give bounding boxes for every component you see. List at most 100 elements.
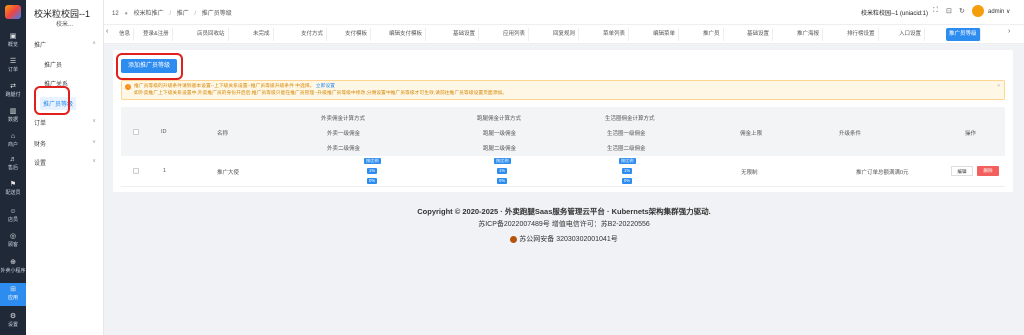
chevron-up-icon: ∧ (92, 40, 96, 46)
rail-item-orders[interactable]: ☰ 订单 (0, 55, 26, 78)
chevron-down-icon: ∨ (92, 158, 96, 164)
tab-promoter[interactable]: 推广员 (700, 28, 724, 41)
highlight-circle (34, 86, 70, 115)
col-paotui-mode: 跑腿佣金计算方式 (477, 116, 522, 122)
sidebar-group-finance[interactable]: 财务 ∨ (34, 139, 96, 148)
chevron-down-icon: ∨ (92, 139, 96, 145)
select-all-checkbox[interactable] (133, 129, 139, 135)
rail-item-customer[interactable]: ◎ 顾客 (0, 230, 26, 253)
separator: / (194, 11, 197, 17)
fullscreen-icon[interactable]: ⛶ (933, 7, 938, 15)
rail-label: 售后 (7, 165, 18, 171)
rail-item-data[interactable]: ▥ 数据 (0, 105, 26, 128)
tab-edit-pay-template[interactable]: 编辑支付模板 (386, 28, 427, 41)
lock-icon[interactable]: ⊡ (946, 7, 952, 15)
rail-item-settings[interactable]: ⚙ 设置 (0, 310, 26, 333)
tab-pay-method[interactable]: 支付方式 (298, 28, 328, 41)
close-icon[interactable]: × (997, 83, 1000, 90)
secondary-sidebar: 校米粒校园--1 校米... 推广 ∧ 推广员 推广关系 推广员等级 订单 ∨ 财务… (26, 0, 104, 335)
rail-item-staff[interactable]: ☺ 店员 (0, 205, 26, 228)
content-card: 添加推广员等级 ! 推广员等级的升级条件请到基本设置--上下级关系设置--推广员… (113, 50, 1013, 192)
sidebar-group-settings[interactable]: 设置 ∨ (34, 158, 96, 167)
tab-staff-recycle[interactable]: 店员回收站 (194, 28, 229, 41)
col-name: 名称 (217, 131, 229, 137)
waimai-l1-tag: 1% (367, 168, 378, 174)
user-menu[interactable]: admin ∨ (988, 8, 1010, 15)
breadcrumb-item[interactable]: 校米粒推广 (134, 11, 164, 17)
waimai-l2-tag: 0% (367, 178, 378, 184)
tab-edit-menu[interactable]: 编辑菜单 (650, 28, 680, 41)
rail-label: 应用 (7, 295, 18, 301)
rail-label: 外卖小程序 (0, 268, 26, 274)
col-action: 操作 (965, 131, 977, 137)
rail-label: 跑腿付 (5, 92, 21, 98)
paotui-l1-tag: 1% (497, 168, 508, 174)
headset-icon: ♬ (9, 156, 17, 163)
tab-menu-list[interactable]: 菜单列表 (600, 28, 630, 41)
col-waimai-l2: 外卖二级佣金 (327, 146, 361, 152)
sidebar-item-promoter[interactable]: 推广员 (44, 60, 62, 69)
group-label: 设置 (34, 161, 47, 167)
tab-app-list[interactable]: 应用列表 (500, 28, 530, 41)
tab-promo-poster[interactable]: 推广海报 (794, 28, 824, 41)
col-condition: 升级条件 (839, 131, 862, 137)
tab-entry-settings[interactable]: 入口设置 (896, 28, 926, 41)
rail-label: 数据 (7, 117, 18, 123)
data-icon: ▥ (9, 108, 17, 115)
account-label[interactable]: 校米粒校园--1 (uniacid:1) (861, 8, 928, 17)
chevron-left-icon[interactable]: ‹ (106, 28, 108, 35)
tab-leaderboard[interactable]: 排行榜设置 (844, 28, 879, 41)
rail-item-courier[interactable]: ⚑ 配送员 (0, 178, 26, 201)
cell-id: 1 (163, 168, 167, 174)
highlight-circle (116, 53, 183, 80)
apps-grid-icon: ⊞ (10, 286, 16, 293)
breadcrumb-item[interactable]: 推广 (177, 11, 189, 17)
username: admin (988, 9, 1005, 15)
tab-info[interactable]: 信息 (116, 28, 135, 41)
orders-icon: ☰ (9, 58, 17, 65)
tab-unfinished[interactable]: 未完成 (250, 28, 274, 41)
refresh-icon[interactable]: ↻ (959, 7, 965, 15)
rail-item-overview[interactable]: ▣ 概览 (0, 30, 26, 53)
avatar[interactable] (972, 5, 984, 17)
tab-reply-rules[interactable]: 回复规则 (550, 28, 580, 41)
sidebar-group-promote[interactable]: 推广 ∧ (34, 40, 96, 49)
col-waimai-mode: 外卖佣金计算方式 (321, 116, 366, 122)
rail-label: 配送员 (5, 190, 21, 196)
footer-icp[interactable]: 苏ICP备2022007489号 增值电信许可：苏B2-20220556 (104, 219, 1024, 229)
tab-promoter-level[interactable]: 推广员等级 (946, 28, 981, 41)
shq-mode-tag: 按比例 (619, 158, 636, 164)
footer-gongan[interactable]: 苏公网安备 32030302001041号 (104, 234, 1024, 244)
errand-pay-icon: ⇄ (10, 83, 16, 90)
sidebar-group-order[interactable]: 订单 ∨ (34, 118, 96, 127)
tab-basic-settings-2[interactable]: 基础设置 (744, 28, 774, 41)
cell-name: 推广大使 (217, 170, 240, 176)
rail-item-apps[interactable]: ⊞ 应用 (0, 283, 26, 306)
col-id: ID (161, 129, 167, 135)
tab-login-register[interactable]: 登录&注册 (140, 28, 173, 41)
rail-label: 设置 (7, 322, 18, 328)
paotui-l2-tag: 0% (497, 178, 508, 184)
rail-item-errand-pay[interactable]: ⇄ 跑腿付 (0, 80, 26, 103)
rail-label: 店员 (7, 217, 18, 223)
paotui-mode-tag: 按比例 (494, 158, 511, 164)
row-checkbox[interactable] (133, 168, 139, 174)
police-badge-icon (510, 235, 518, 243)
col-paotui-l1: 跑腿一级佣金 (483, 131, 517, 137)
warning-icon: ! (125, 84, 131, 90)
tab-pay-template[interactable]: 支付模板 (342, 28, 372, 41)
rail-item-merchant[interactable]: ⌂ 商户 (0, 130, 26, 153)
rail-label: 订单 (7, 67, 18, 73)
edit-button[interactable]: 编辑 (951, 166, 973, 176)
alert-link[interactable]: 立即设置 (316, 84, 335, 89)
chevron-right-icon[interactable]: › (1008, 28, 1010, 35)
tab-basic-settings[interactable]: 基础设置 (450, 28, 480, 41)
breadcrumb: 12 ● 校米粒推广 / 推广 / 推广员等级 (112, 8, 236, 17)
rail-item-miniprogram[interactable]: ⊕ 外卖小程序 (0, 256, 26, 279)
gongan-text: 苏公网安备 32030302001041号 (519, 236, 618, 243)
rail-item-aftersale[interactable]: ♬ 售后 (0, 153, 26, 176)
col-limit: 佣金上限 (740, 131, 763, 137)
rail-label: 概览 (7, 42, 18, 48)
merchant-icon: ⌂ (10, 133, 16, 140)
delete-button[interactable]: 删除 (977, 166, 999, 176)
